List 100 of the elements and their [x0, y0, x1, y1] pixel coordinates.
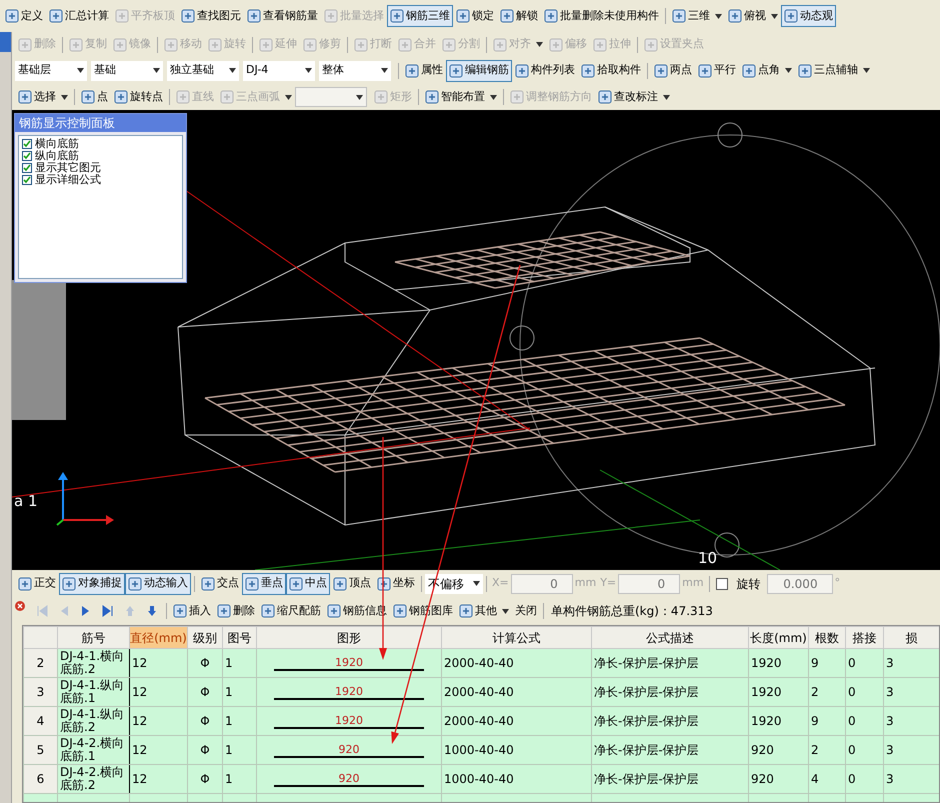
table-cell: 1 — [225, 772, 233, 786]
toolbar-button[interactable]: 旋转点 — [111, 86, 166, 108]
square-icon — [327, 604, 341, 618]
table-cell: 12 — [132, 656, 148, 670]
toolbar-button[interactable]: 查看钢筋量 — [244, 5, 321, 27]
checkbox[interactable] — [22, 163, 32, 173]
toolbar-button[interactable]: 批量删除未使用构件 — [541, 5, 662, 27]
toolbar-button[interactable]: 俯视 — [725, 5, 781, 27]
toolbar-button[interactable]: 钢筋三维 — [387, 5, 453, 27]
checkbox-option[interactable]: 显示其它图元 — [19, 162, 182, 174]
angle-field[interactable]: 0.000 — [766, 574, 833, 594]
checkbox[interactable] — [22, 151, 32, 161]
toolbar-button[interactable]: 两点 — [644, 60, 695, 82]
toolbar-button[interactable]: 动态观 — [781, 5, 836, 27]
handle-circle[interactable] — [714, 532, 740, 558]
table-cell: 12 — [132, 684, 148, 698]
column-header[interactable]: 级别 — [188, 626, 222, 648]
table-cell: DJ-4-1.横向底筋.2 — [60, 649, 124, 676]
toolbar-button[interactable]: 中点 — [286, 572, 330, 594]
shape-dimension: 920 — [338, 742, 360, 756]
column-header[interactable]: 筋号 — [58, 626, 130, 648]
toolbar-button[interactable]: 缩尺配筋 — [258, 600, 324, 622]
toolbar-button[interactable]: 关闭 — [512, 600, 540, 622]
dropdown-field[interactable]: DJ-4 — [243, 60, 315, 80]
toolbar-button[interactable]: 查改标注 — [595, 86, 673, 108]
toolbar-button[interactable]: 锁定 — [453, 5, 497, 27]
dropdown-field[interactable]: 基础 — [91, 60, 163, 80]
toolbar-button[interactable]: 平行 — [695, 60, 739, 82]
caret-icon — [77, 68, 84, 73]
column-header[interactable]: 搭接 — [846, 626, 884, 648]
column-header[interactable]: 计算公式 — [442, 626, 592, 648]
dropdown-field[interactable]: 整体 — [319, 60, 391, 80]
toolbar-button[interactable]: 点角 — [739, 60, 795, 82]
square-icon — [784, 9, 798, 23]
column-header[interactable]: 公式描述 — [592, 626, 748, 648]
toolbar-button[interactable]: 其他 — [456, 600, 512, 622]
toolbar-button[interactable]: 垂点 — [242, 572, 286, 594]
toolbar-button[interactable]: 拾取构件 — [578, 60, 644, 82]
column-header[interactable]: 图形 — [256, 626, 442, 648]
checkbox-option[interactable]: 显示详细公式 — [19, 174, 182, 186]
table-cell: 2 — [36, 656, 44, 670]
toolbar-button[interactable]: 选择 — [15, 86, 71, 108]
toolbar-button[interactable]: 动态输入 — [125, 572, 191, 594]
square-icon — [374, 90, 388, 104]
checkbox[interactable] — [22, 139, 32, 149]
toolbar-button[interactable]: 构件列表 — [512, 60, 578, 82]
table-cell: Φ — [200, 772, 210, 786]
table-cell: 1 — [225, 656, 233, 670]
toolbar-button[interactable]: 顶点 — [330, 572, 374, 594]
toolbar-button[interactable]: 查找图元 — [178, 5, 244, 27]
column-header[interactable]: 图号 — [222, 626, 256, 648]
total-weight-label: 单构件钢筋总重(kg)：47.313 — [551, 603, 713, 620]
square-icon — [217, 604, 231, 618]
y-field[interactable]: 0 — [618, 574, 680, 594]
square-icon — [698, 64, 712, 78]
table-cell: 0 — [848, 684, 856, 698]
checkbox[interactable] — [716, 578, 728, 590]
toolbar-button[interactable]: 智能布置 — [415, 86, 500, 108]
caret-icon — [863, 68, 870, 73]
square-icon — [644, 38, 658, 52]
toolbar-button[interactable]: 正交 — [15, 572, 59, 594]
square-icon — [510, 90, 524, 104]
handle-circle[interactable] — [718, 122, 742, 148]
column-header[interactable]: 直径(mm) — [130, 626, 188, 648]
checkbox-option[interactable]: 横向底筋 — [19, 138, 182, 150]
caret-icon — [285, 94, 292, 100]
column-header[interactable]: 根数 — [808, 626, 846, 648]
toolbar-button[interactable]: 交点 — [191, 572, 242, 594]
column-header[interactable]: 长度(mm) — [748, 626, 808, 648]
toolbar-button[interactable]: 对象捕捉 — [59, 572, 125, 594]
toolbar-button[interactable]: 定义 — [2, 5, 46, 27]
column-header[interactable]: 损 — [884, 626, 939, 648]
toolbar-button[interactable]: 三维 — [662, 5, 725, 27]
toolbar-button[interactable]: 坐标 — [374, 572, 418, 594]
table-cell: 净长-保护层-保护层 — [594, 742, 699, 756]
table-cell: 0 — [848, 742, 856, 756]
toolbar-button[interactable]: 三点辅轴 — [795, 60, 873, 82]
table-cell: 4 — [811, 772, 819, 786]
table-cell: 1920 — [751, 656, 782, 670]
toolbar-button[interactable]: 属性 — [395, 60, 446, 82]
toolbar-button[interactable]: 插入 — [163, 600, 214, 622]
toolbar-button[interactable]: 汇总计算 — [46, 5, 112, 27]
toolbar-button[interactable]: 点 — [71, 86, 111, 108]
dropdown-field[interactable]: 独立基础 — [167, 60, 239, 80]
toolbar-button[interactable]: 编辑钢筋 — [446, 60, 512, 82]
handle-circle[interactable] — [510, 326, 534, 350]
checkbox[interactable] — [22, 175, 32, 185]
square-icon — [18, 90, 32, 104]
close-icon[interactable] — [15, 601, 25, 611]
caret-icon — [305, 68, 312, 73]
square-icon — [201, 576, 215, 590]
x-field[interactable]: 0 — [510, 574, 573, 594]
square-icon — [81, 90, 95, 104]
square-icon — [593, 38, 607, 52]
toolbar-button[interactable]: 解锁 — [497, 5, 541, 27]
checkbox-option[interactable]: 纵向底筋 — [19, 150, 182, 162]
square-icon — [581, 64, 595, 78]
toolbar-button[interactable]: 删除 — [214, 600, 258, 622]
dropdown-field[interactable]: 基础层 — [15, 60, 87, 80]
table-cell: 1000-40-40 — [444, 772, 514, 786]
